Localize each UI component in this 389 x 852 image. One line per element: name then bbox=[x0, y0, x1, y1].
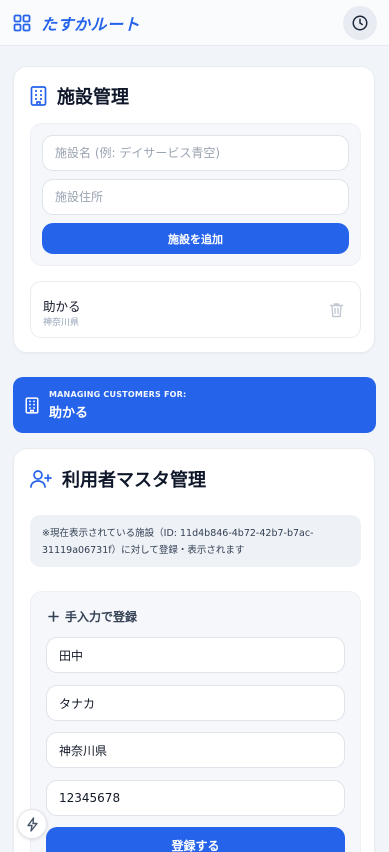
user-plus-icon bbox=[30, 469, 52, 489]
manual-entry-label: 手入力で登録 bbox=[65, 610, 138, 624]
grid-icon[interactable] bbox=[13, 14, 31, 32]
floating-action-button[interactable] bbox=[17, 809, 47, 839]
facility-section-header: 施設管理 bbox=[30, 83, 129, 109]
bolt-icon bbox=[26, 816, 39, 832]
banner-facility-name: 助かる bbox=[49, 405, 89, 421]
facility-list-item[interactable]: 助かる 神奈川県 bbox=[30, 281, 361, 338]
app-header: たすかルート bbox=[0, 0, 389, 46]
facility-management-card: 施設管理 施設を追加 助かる 神奈川県 bbox=[13, 66, 375, 353]
history-icon bbox=[351, 14, 369, 32]
app-title: たすかルート bbox=[41, 14, 141, 34]
customer-phone-input[interactable] bbox=[46, 780, 345, 816]
facility-name-input[interactable] bbox=[42, 135, 349, 171]
brand: たすかルート bbox=[13, 11, 140, 35]
facility-address: 神奈川県 bbox=[43, 318, 80, 328]
building-icon bbox=[25, 396, 39, 414]
customer-address-input[interactable] bbox=[46, 732, 345, 768]
facility-name: 助かる bbox=[43, 299, 81, 314]
customer-master-card: 利用者マスタ管理 ※現在表示されている施設（ID: 11d4b846-4b72-… bbox=[13, 448, 375, 852]
facility-address-input[interactable] bbox=[42, 179, 349, 215]
register-customer-button[interactable]: 登録する bbox=[46, 827, 345, 852]
manual-entry-form: 手入力で登録 登録する bbox=[30, 591, 361, 852]
history-button[interactable] bbox=[343, 5, 377, 40]
building-icon bbox=[30, 86, 47, 106]
add-facility-button[interactable]: 施設を追加 bbox=[42, 223, 349, 254]
customer-section-header: 利用者マスタ管理 bbox=[30, 466, 206, 492]
customer-name-input[interactable] bbox=[46, 637, 345, 673]
customer-section-title: 利用者マスタ管理 bbox=[62, 470, 206, 491]
facility-form: 施設を追加 bbox=[30, 123, 361, 266]
managing-facility-banner: MANAGING CUSTOMERS FOR: 助かる bbox=[13, 377, 376, 433]
plus-icon bbox=[48, 611, 59, 622]
customer-kana-input[interactable] bbox=[46, 685, 345, 721]
facility-id-notice: ※現在表示されている施設（ID: 11d4b846-4b72-42b7-b7ac… bbox=[30, 515, 361, 567]
trash-icon[interactable] bbox=[329, 302, 344, 318]
manual-entry-header: 手入力で登録 bbox=[48, 608, 137, 625]
facility-section-title: 施設管理 bbox=[57, 87, 129, 108]
banner-label: MANAGING CUSTOMERS FOR: bbox=[49, 389, 187, 399]
banner-text: MANAGING CUSTOMERS FOR: 助かる bbox=[49, 390, 186, 421]
